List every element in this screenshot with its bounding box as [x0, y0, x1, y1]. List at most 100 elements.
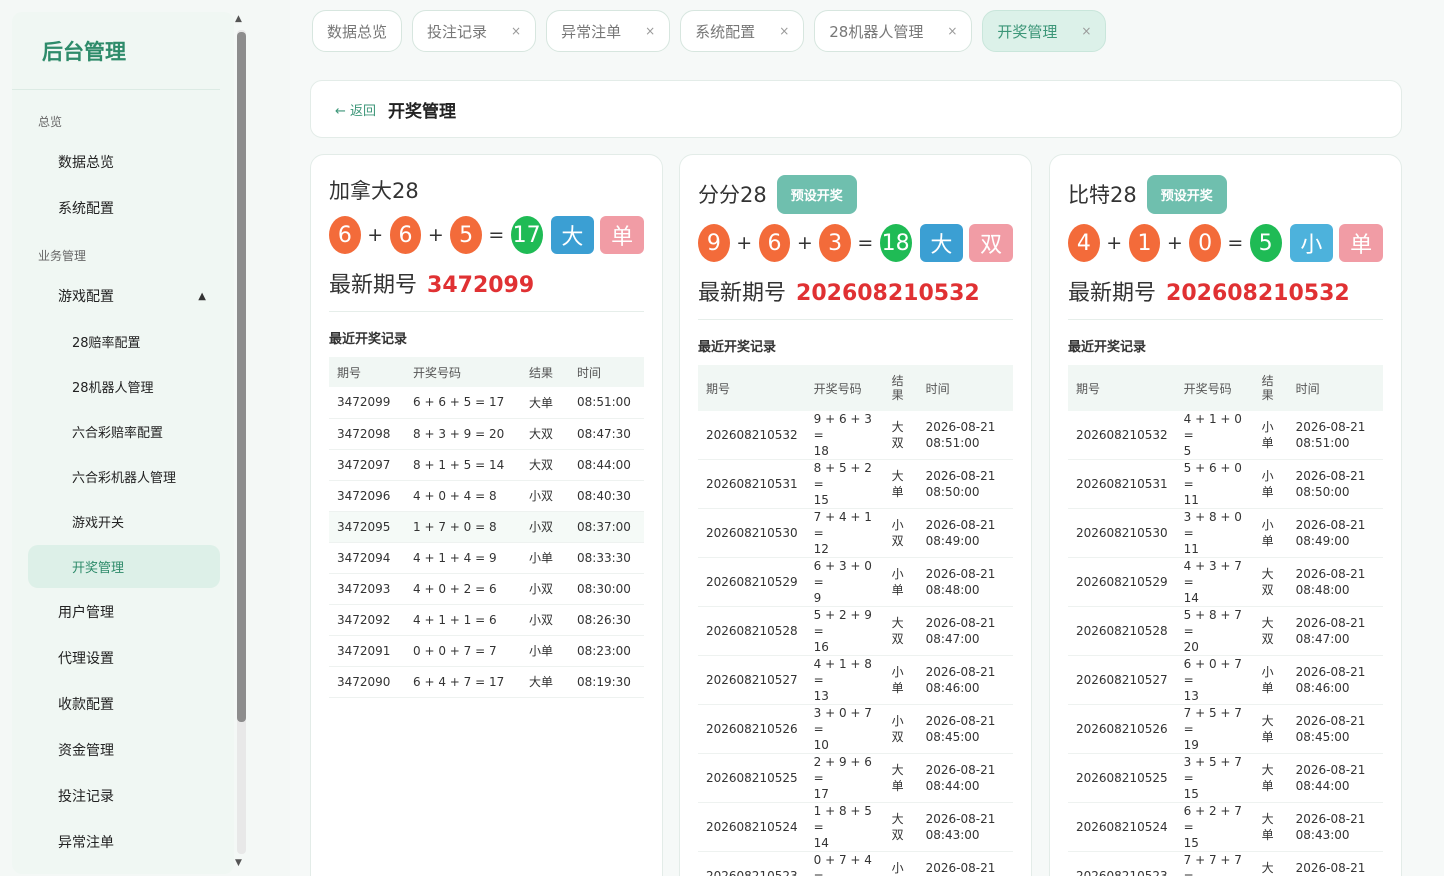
table-row[interactable]: 202608210523 0 + 7 + 4 =11 小单 2026-08-21…	[698, 851, 1013, 876]
table-row[interactable]: 202608210530 3 + 8 + 0 = 11 小单 2026-08-21…	[1068, 508, 1383, 558]
table-row[interactable]: 3472099 6 + 6 + 5 = 17 大单 08:51:00	[329, 387, 644, 419]
tab-draw-management[interactable]: 开奖管理 ×	[982, 10, 1107, 52]
table-row[interactable]: 202608210528 5 + 8 + 7 = 20 大双 2026-08-21…	[1068, 606, 1383, 656]
table-row[interactable]: 202608210524 6 + 2 + 7 = 15 大单 2026-08-21…	[1068, 802, 1383, 852]
sidebar-item-lhc-odds[interactable]: 六合彩赔率配置	[28, 410, 220, 453]
sidebar-scrollbar[interactable]: ▲ ▼	[234, 14, 248, 870]
records-table: 期号 开奖号码 结果 时间 3472099 6 + 6 + 5 = 17 大单 …	[329, 357, 644, 698]
table-row[interactable]: 3472097 8 + 1 + 5 = 14 大双 08:44:00	[329, 449, 644, 481]
table-row[interactable]: 202608210527 4 + 1 + 8 = 13 小单 2026-08-21…	[698, 655, 1013, 705]
cell-numbers: 5 + 2 + 9 = 16	[805, 606, 884, 656]
table-row[interactable]: 202608210529 4 + 3 + 7 = 14 大双 2026-08-21…	[1068, 557, 1383, 607]
table-row[interactable]: 3472093 4 + 0 + 2 = 6 小双 08:30:00	[329, 573, 644, 605]
sidebar-item-agents[interactable]: 代理设置	[28, 636, 220, 680]
cell-numbers: 6 + 2 + 7 = 15	[1175, 802, 1254, 852]
sidebar-item-abnormal-bets[interactable]: 异常注单	[28, 820, 220, 864]
tab-abnormal-bets[interactable]: 异常注单 ×	[546, 10, 671, 52]
close-icon[interactable]: ×	[645, 24, 655, 38]
sidebar-item-system-config[interactable]: 系统配置	[28, 186, 220, 230]
table-row[interactable]: 3472092 4 + 1 + 1 = 6 小双 08:26:30	[329, 604, 644, 636]
sidebar-item-dashboard[interactable]: 数据总览	[28, 140, 220, 184]
cell-result: 大单	[883, 459, 918, 509]
cell-numbers: 7 + 4 + 1 = 12	[805, 508, 884, 558]
table-row[interactable]: 3472090 6 + 4 + 7 = 17 大单 08:19:30	[329, 666, 644, 698]
brand-title: 后台管理	[12, 12, 220, 90]
table-row[interactable]: 202608210525 2 + 9 + 6 = 17 大单 2026-08-21…	[698, 753, 1013, 803]
sidebar-item-users[interactable]: 用户管理	[28, 590, 220, 634]
tab-bar: 数据总览 投注记录 × 异常注单 × 系统配置 × 28机器人管理 × 开奖管理 ×	[312, 10, 1107, 52]
preset-draw-button[interactable]: 预设开奖	[776, 174, 857, 214]
draw-ball: 0	[1189, 224, 1221, 262]
cell-issue: 202608210532	[698, 411, 806, 460]
table-row[interactable]: 202608210532 9 + 6 + 3 = 18 大双 2026-08-21…	[698, 411, 1013, 460]
cell-result: 大单	[521, 387, 569, 419]
tab-system-config[interactable]: 系统配置 ×	[680, 10, 805, 52]
cell-numbers: 6 + 0 + 7 = 13	[1175, 655, 1254, 705]
table-row[interactable]: 202608210530 7 + 4 + 1 = 12 小双 2026-08-21…	[698, 508, 1013, 558]
table-row[interactable]: 3472091 0 + 0 + 7 = 7 小单 08:23:00	[329, 635, 644, 667]
preset-draw-button[interactable]: 预设开奖	[1146, 174, 1227, 214]
close-icon[interactable]: ×	[779, 24, 789, 38]
scroll-down-icon[interactable]: ▼	[235, 858, 242, 868]
table-row[interactable]: 202608210531 5 + 6 + 0 = 11 小单 2026-08-21…	[1068, 459, 1383, 509]
cell-result: 小单	[883, 557, 918, 607]
table-row[interactable]: 202608210529 6 + 3 + 0 = 9 小单 2026-08-21 0…	[698, 557, 1013, 607]
sidebar-item-game-config[interactable]: 游戏配置 ▲	[28, 274, 220, 318]
latest-issue-number: 202608210532	[796, 281, 980, 306]
sidebar-item-bets[interactable]: 投注记录	[28, 774, 220, 818]
sidebar-item-payment[interactable]: 收款配置	[28, 682, 220, 726]
scroll-up-icon[interactable]: ▲	[235, 14, 242, 24]
cell-issue: 202608210527	[1068, 655, 1176, 705]
table-row[interactable]: 202608210528 5 + 2 + 9 = 16 大双 2026-08-21…	[698, 606, 1013, 656]
cell-numbers: 4 + 3 + 7 = 14	[1175, 557, 1254, 607]
cell-time: 2026-08-21 08:46:00	[1287, 655, 1383, 705]
sidebar-item-draw-management[interactable]: 开奖管理	[28, 545, 220, 588]
table-row[interactable]: 202608210527 6 + 0 + 7 = 13 小单 2026-08-21…	[1068, 655, 1383, 705]
sidebar-item-28-robots[interactable]: 28机器人管理	[28, 365, 220, 408]
cell-issue: 202608210528	[698, 606, 806, 656]
close-icon[interactable]: ×	[511, 24, 521, 38]
game-name: 加拿大28	[329, 179, 419, 203]
table-row[interactable]: 3472094 4 + 1 + 4 = 9 小单 08:33:30	[329, 542, 644, 574]
cell-time: 08:19:30	[569, 666, 644, 698]
col-issue: 期号	[698, 365, 806, 411]
cell-issue: 202608210526	[698, 704, 806, 754]
draw-ball: 3	[819, 224, 851, 262]
draw-ball: 9	[698, 224, 730, 262]
cell-result: 大单	[1253, 851, 1288, 876]
back-link[interactable]: ← 返回	[335, 100, 376, 119]
game-name: 比特28	[1068, 183, 1137, 207]
cell-result: 小双	[521, 573, 569, 605]
table-row[interactable]: 3472098 8 + 3 + 9 = 20 大双 08:47:30	[329, 418, 644, 450]
scroll-thumb[interactable]	[237, 32, 246, 722]
cell-result: 小单	[1253, 411, 1288, 460]
close-icon[interactable]: ×	[1081, 24, 1091, 38]
sidebar-item-funds[interactable]: 资金管理	[28, 728, 220, 772]
cell-numbers: 4 + 1 + 4 = 9	[405, 542, 521, 574]
tab-dashboard[interactable]: 数据总览	[312, 10, 403, 52]
table-row[interactable]: 202608210524 1 + 8 + 5 = 14 大双 2026-08-21…	[698, 802, 1013, 852]
size-badge: 小	[1289, 224, 1334, 262]
table-row[interactable]: 202608210531 8 + 5 + 2 = 15 大单 2026-08-21…	[698, 459, 1013, 509]
tab-bet-records[interactable]: 投注记录 ×	[412, 10, 537, 52]
size-badge: 大	[550, 216, 595, 254]
close-icon[interactable]: ×	[947, 24, 957, 38]
cell-numbers: 8 + 1 + 5 = 14	[405, 449, 521, 481]
cell-numbers: 4 + 0 + 4 = 8	[405, 480, 521, 512]
table-row[interactable]: 202608210525 3 + 5 + 7 = 15 大单 2026-08-21…	[1068, 753, 1383, 803]
table-row[interactable]: 202608210526 7 + 5 + 7 = 19 大单 2026-08-21…	[1068, 704, 1383, 754]
sidebar-item-lhc-robots[interactable]: 六合彩机器人管理	[28, 455, 220, 498]
cell-issue: 202608210523	[698, 851, 806, 876]
cell-time: 08:44:00	[569, 449, 644, 481]
sidebar-item-game-switch[interactable]: 游戏开关	[28, 500, 220, 543]
table-row[interactable]: 3472096 4 + 0 + 4 = 8 小双 08:40:30	[329, 480, 644, 512]
cell-time: 08:23:00	[569, 635, 644, 667]
table-row[interactable]: 202608210532 4 + 1 + 0 = 5 小单 2026-08-21 0…	[1068, 411, 1383, 460]
tab-28-robots[interactable]: 28机器人管理 ×	[814, 10, 973, 52]
table-row[interactable]: 3472095 1 + 7 + 0 = 8 小双 08:37:00	[329, 511, 644, 543]
table-row[interactable]: 202608210526 3 + 0 + 7 = 10 小双 2026-08-21…	[698, 704, 1013, 754]
table-row[interactable]: 202608210523 7 + 7 + 7 =21 大单 2026-08-21…	[1068, 851, 1383, 876]
sidebar-item-28-odds[interactable]: 28赔率配置	[28, 320, 220, 363]
game-card-bit28: 比特28 预设开奖 4 +1 +0 = 5 小 单 最新期号 202608210532 最…	[1049, 154, 1402, 876]
records-table: 期号 开奖号码 结果 时间 202608210532 4 + 1 + 0 = 5 …	[1068, 365, 1383, 876]
